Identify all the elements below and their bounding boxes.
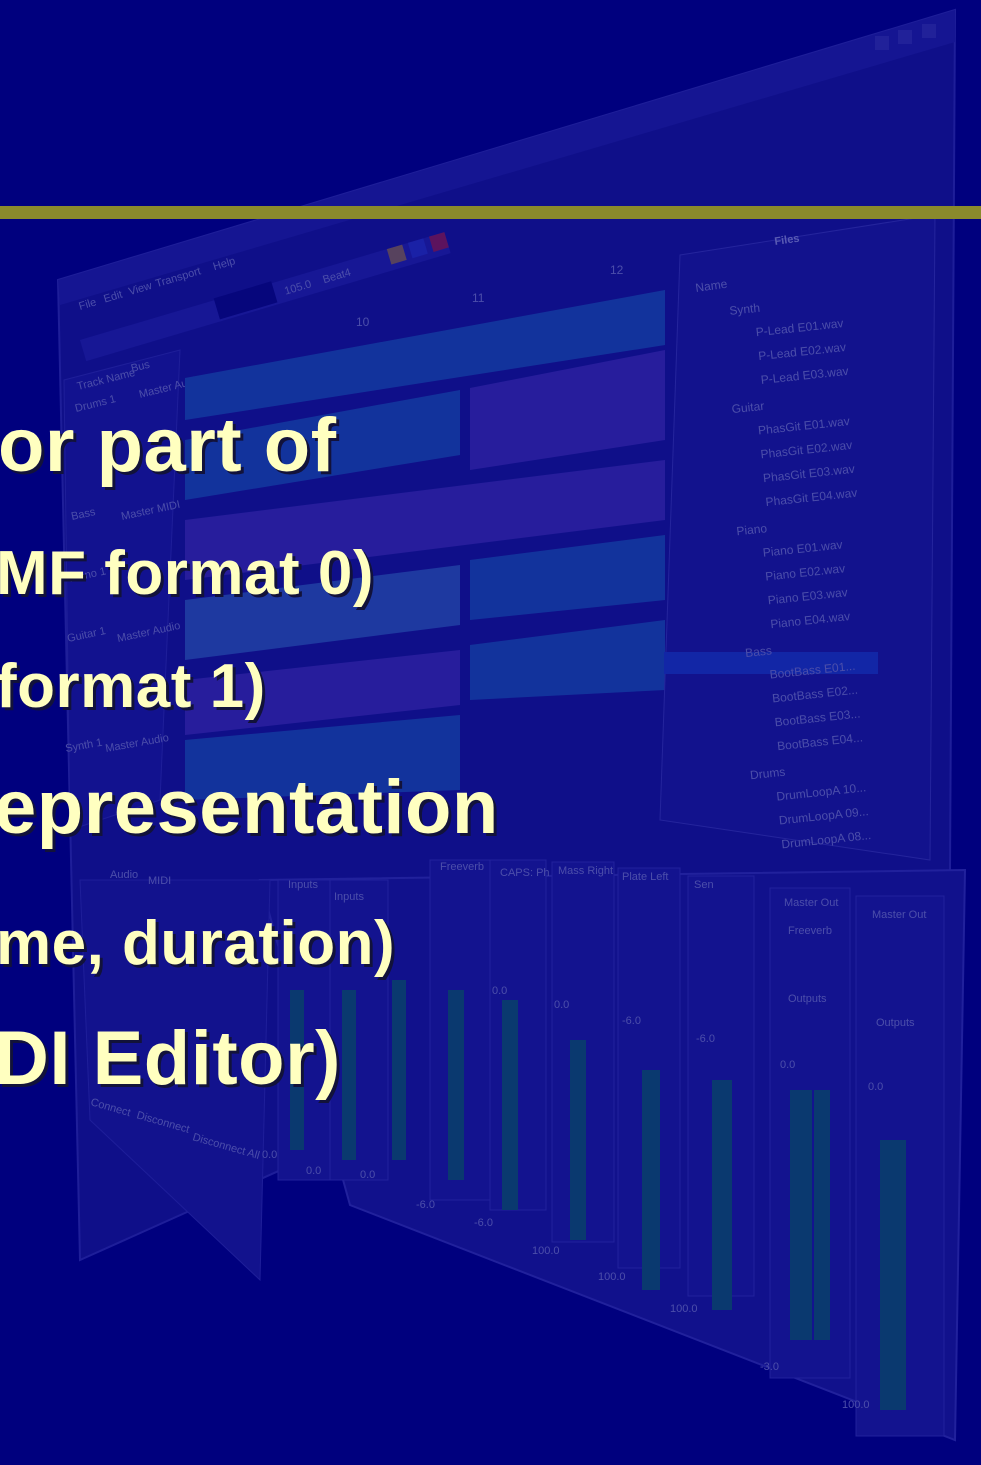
svg-text:DrumLoopA 08...: DrumLoopA 08... [781,828,872,851]
svg-text:PhasGit E02.wav: PhasGit E02.wav [760,438,853,462]
toolbar[interactable]: 105.0 Beat4 [79,230,451,362]
svg-text:0.0: 0.0 [868,1081,883,1093]
svg-text:Freeverb: Freeverb [440,861,484,873]
svg-text:Track Name: Track Name [76,367,137,393]
mixer-gain-values[interactable]: 0.0 0.0 -6.0 -6.0 0.0 0.0 0.0 0.0 0.0 [262,985,883,1181]
svg-text:-6.0: -6.0 [696,1033,715,1045]
bullet-line-5: me, duration) [0,909,396,978]
svg-text:PhasGit E01.wav: PhasGit E01.wav [757,414,850,438]
svg-text:Master Audio: Master Audio [138,374,203,401]
svg-text:Outputs: Outputs [788,993,827,1005]
svg-text:BootBass E03...: BootBass E03... [774,706,861,729]
bullet-line-2: MF format 0) [0,539,374,608]
svg-text:Piano E03.wav: Piano E03.wav [767,585,848,607]
timeline-ruler: 10 11 12 [356,263,624,329]
svg-text:P-Lead E03.wav: P-Lead E03.wav [760,364,849,387]
svg-text:Piano: Piano [736,521,768,538]
svg-text:Name: Name [694,277,728,295]
svg-text:-6.0: -6.0 [622,1015,641,1027]
svg-text:Beat4: Beat4 [321,267,352,287]
svg-text:Outputs: Outputs [876,1017,915,1029]
svg-text:Inputs: Inputs [288,879,318,891]
svg-text:Help: Help [212,255,237,273]
svg-text:11: 11 [472,291,485,305]
svg-text:0.0: 0.0 [554,999,569,1011]
svg-text:-3.0: -3.0 [760,1361,779,1373]
svg-text:BootBass E04...: BootBass E04... [776,730,863,753]
svg-text:File: File [77,296,97,313]
files-pane [659,214,936,861]
svg-text:Freeverb: Freeverb [788,925,832,937]
svg-text:Piano E04.wav: Piano E04.wav [770,609,851,631]
svg-text:Sen: Sen [694,879,714,891]
svg-text:105.0: 105.0 [283,278,313,297]
svg-text:100.0: 100.0 [670,1303,698,1315]
svg-text:Guitar 1: Guitar 1 [66,625,107,645]
svg-text:DrumLoopA 09...: DrumLoopA 09... [778,804,869,827]
svg-text:Inputs: Inputs [334,891,364,903]
svg-text:-6.0: -6.0 [474,1217,493,1229]
svg-text:Bass: Bass [70,506,97,523]
svg-text:0.0: 0.0 [780,1059,795,1071]
svg-text:Master Out: Master Out [872,909,926,921]
svg-text:CAPS: Ph: CAPS: Ph [500,867,550,879]
svg-text:Bass: Bass [745,643,773,660]
svg-text:0.0: 0.0 [492,985,507,997]
svg-text:Edit: Edit [102,289,124,306]
svg-text:-6.0: -6.0 [416,1199,435,1211]
files-tree[interactable]: Synth P-Lead E01.wav P-Lead E02.wav P-Le… [701,292,898,854]
svg-text:Disconnect: Disconnect [135,1109,191,1136]
svg-text:Piano E01.wav: Piano E01.wav [762,537,843,559]
mixer-buttons[interactable]: Connect Disconnect Disconnect All [89,1096,261,1162]
svg-text:Guitar: Guitar [731,399,765,416]
bullet-line-3: format 1) [0,652,266,721]
svg-text:Piano E02.wav: Piano E02.wav [765,561,846,583]
bullet-line-4: epresentation [0,765,499,850]
files-selection [664,652,878,674]
svg-text:Master Audio: Master Audio [104,732,169,755]
svg-text:100.0: 100.0 [598,1271,626,1283]
bullet-line-1: or part of [0,403,337,488]
svg-text:Transport: Transport [154,265,202,290]
title-rule [0,206,981,219]
mixer-volume-values[interactable]: -6.0 -6.0 100.0 100.0 100.0 -3.0 100.0 [416,1199,870,1411]
mixer-tabs[interactable]: Audio MIDI [110,869,171,887]
svg-text:10: 10 [356,315,370,329]
window-buttons[interactable] [875,24,936,50]
svg-text:0.0: 0.0 [306,1165,321,1177]
svg-text:BootBass E01...: BootBass E01... [769,659,856,682]
svg-text:Disconnect All: Disconnect All [191,1131,261,1162]
svg-text:PhasGit E04.wav: PhasGit E04.wav [765,486,858,510]
svg-text:100.0: 100.0 [532,1245,560,1257]
svg-text:View: View [127,280,153,298]
svg-text:Master Out: Master Out [784,897,838,909]
svg-text:100.0: 100.0 [842,1399,870,1411]
svg-text:Drums: Drums [749,765,786,783]
svg-text:Mass Right: Mass Right [558,865,613,877]
svg-text:DrumLoopA 10...: DrumLoopA 10... [776,780,867,803]
svg-text:Synth: Synth [729,301,761,318]
svg-text:12: 12 [610,263,624,277]
menu-bar[interactable]: File Edit View Transport Help [77,255,236,313]
svg-text:Audio: Audio [110,869,138,881]
svg-text:P-Lead E02.wav: P-Lead E02.wav [758,340,847,363]
svg-text:Master MIDI: Master MIDI [120,499,181,523]
svg-text:0.0: 0.0 [262,1149,277,1161]
svg-text:Plate Left: Plate Left [622,871,668,883]
svg-text:PhasGit E03.wav: PhasGit E03.wav [762,462,855,486]
background-app-screenshot: File Edit View Transport Help 105.0 Beat… [0,0,981,1465]
svg-text:Master Audio: Master Audio [116,620,181,645]
main-window-titlebar [58,10,955,305]
svg-text:0.0: 0.0 [360,1169,375,1181]
svg-text:BootBass E02...: BootBass E02... [771,683,858,706]
svg-text:P-Lead E01.wav: P-Lead E01.wav [755,316,844,339]
svg-text:Bus: Bus [130,359,152,375]
svg-text:Files: Files [774,233,801,248]
svg-text:MIDI: MIDI [148,875,171,887]
bullet-line-6: DI Editor) [0,1016,341,1101]
svg-text:Synth 1: Synth 1 [64,737,103,755]
